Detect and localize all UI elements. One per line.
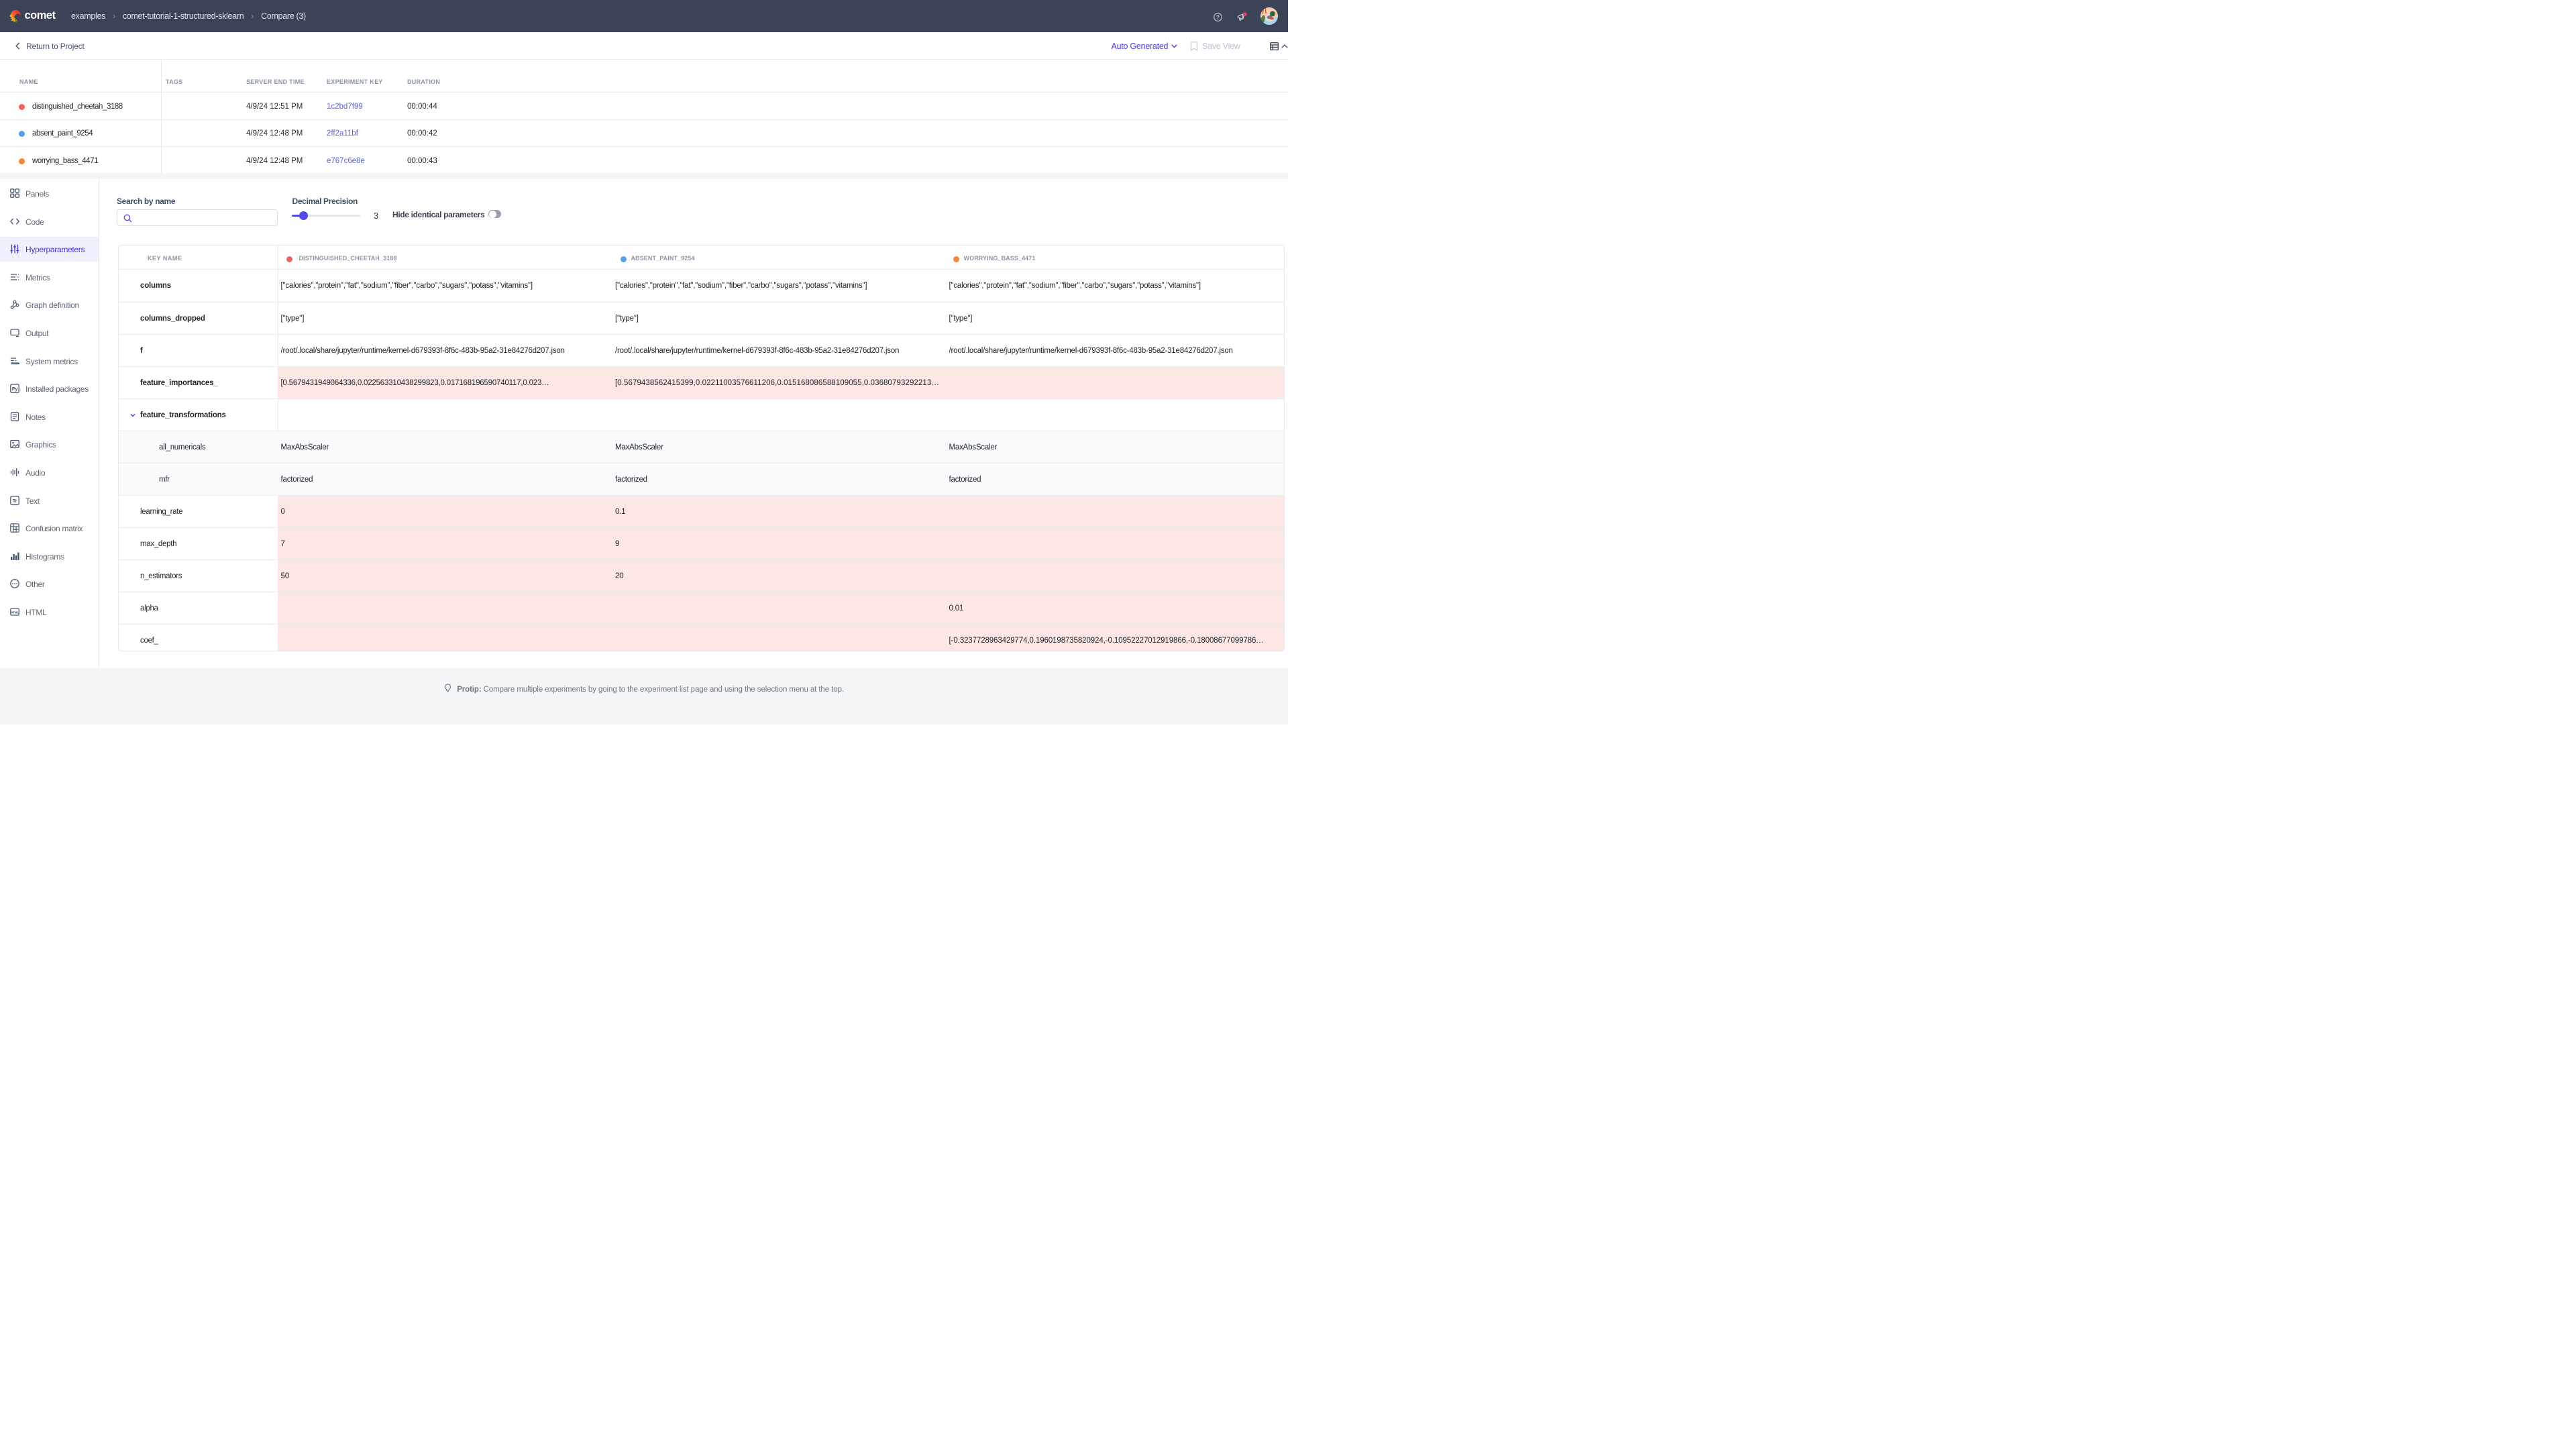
svg-text:?: ? [1216,14,1220,20]
svg-text:Py: Py [12,386,19,392]
svg-text:Tr: Tr [13,497,17,503]
svg-text:HTML: HTML [11,610,19,614]
